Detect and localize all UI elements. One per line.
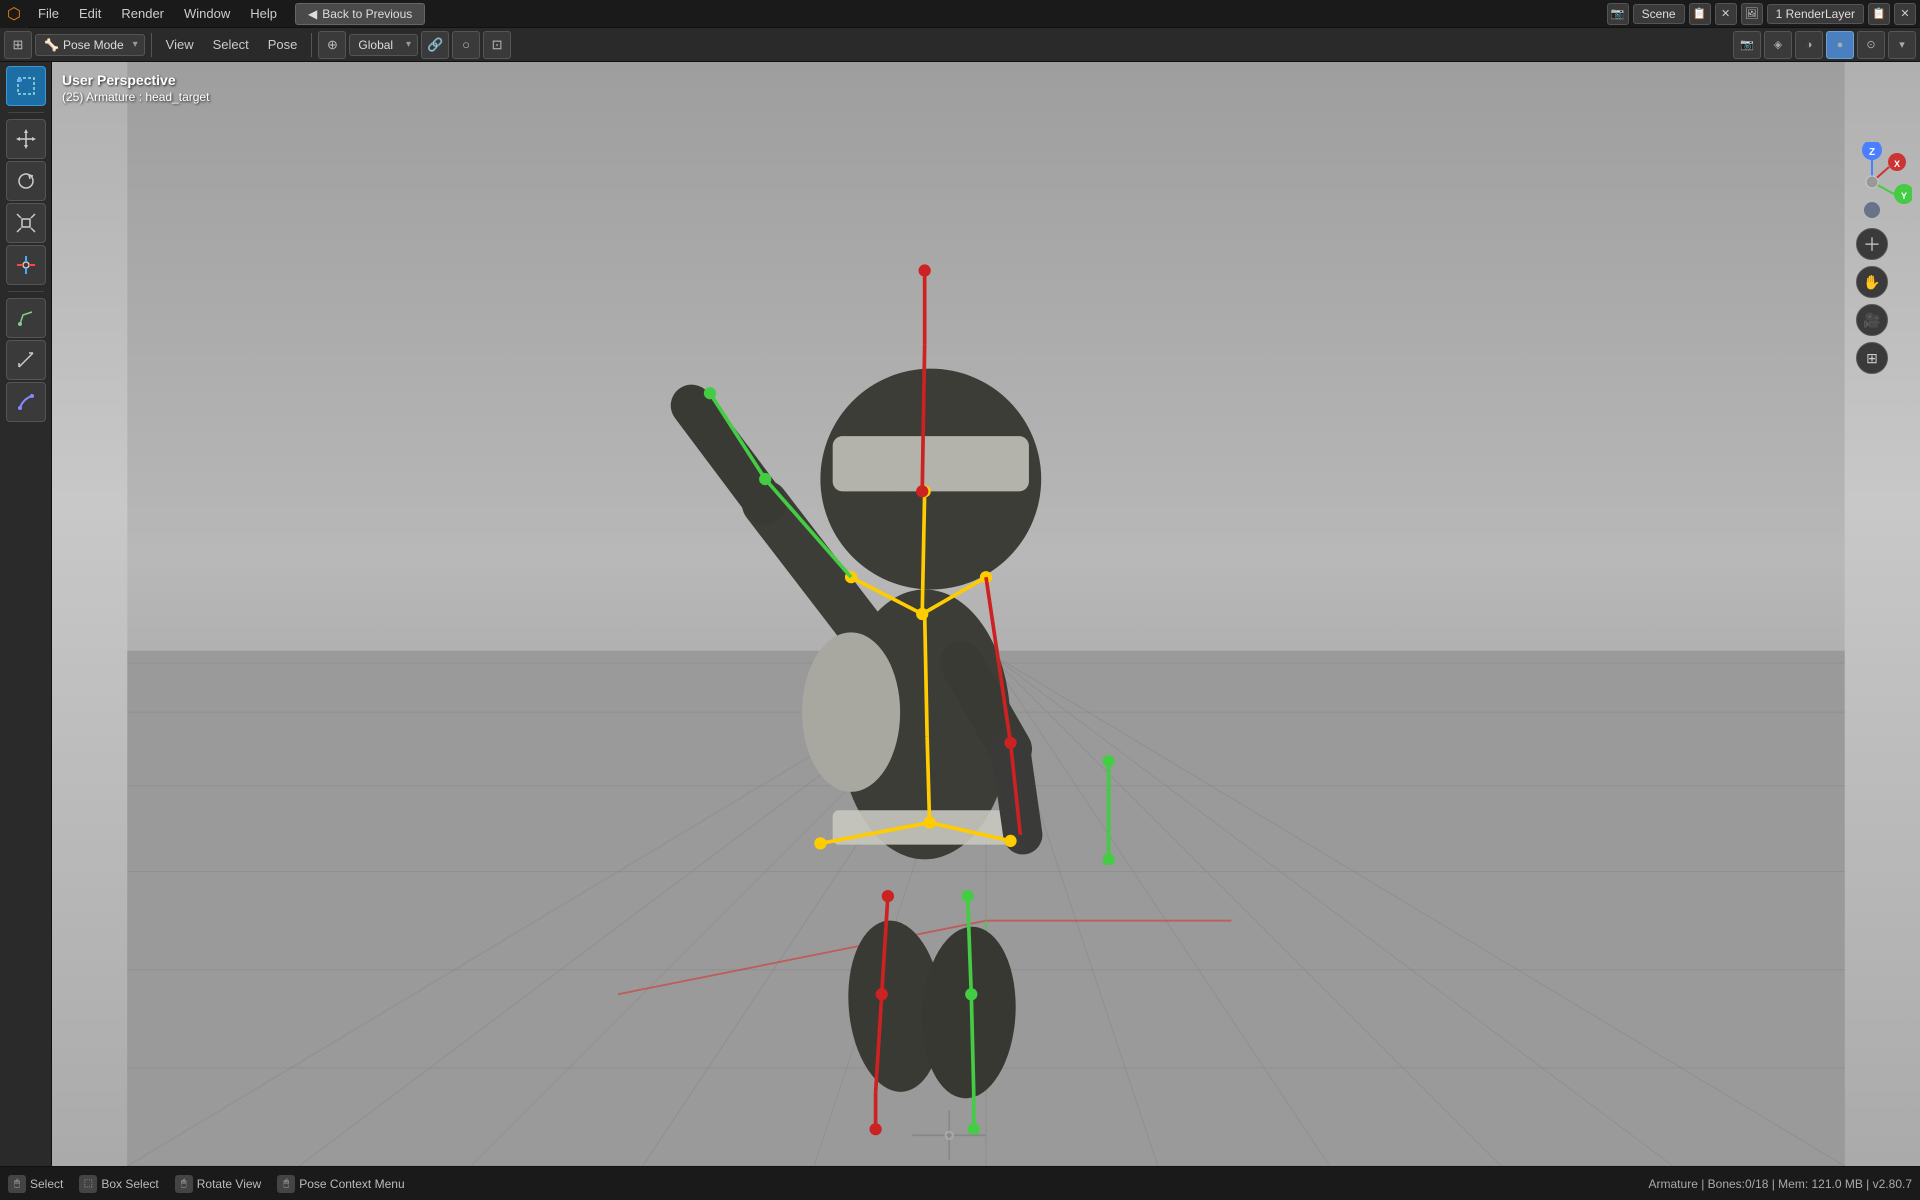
toolbar-divider-2 bbox=[8, 291, 44, 292]
rotate-view-icon: 🖱 bbox=[175, 1175, 193, 1193]
select-status-icon: 🖱 bbox=[8, 1175, 26, 1193]
svg-text:Z: Z bbox=[1869, 147, 1875, 158]
close-scene-icon[interactable]: ✕ bbox=[1715, 3, 1737, 25]
box-select-status: ⬚ Box Select bbox=[79, 1175, 158, 1193]
select-box-icon bbox=[15, 75, 37, 97]
rotate-view-label: Rotate View bbox=[197, 1177, 261, 1191]
viewport-shading-2[interactable]: ◑ bbox=[1795, 31, 1823, 59]
scene-name: Scene bbox=[1642, 7, 1676, 21]
box-select-label: Box Select bbox=[101, 1177, 158, 1191]
annotate-icon bbox=[15, 307, 37, 329]
global-selector[interactable]: Global bbox=[349, 34, 418, 56]
toolbar-separator-1 bbox=[151, 33, 152, 57]
rotate-tool[interactable] bbox=[6, 161, 46, 201]
svg-text:Y: Y bbox=[1901, 191, 1907, 201]
top-menu-bar: ⬡ File Edit Render Window Help ◀ Back to… bbox=[0, 0, 1920, 28]
move-icon bbox=[15, 128, 37, 150]
armature-label: (25) Armature : head_target bbox=[62, 90, 209, 104]
scale-icon bbox=[15, 212, 37, 234]
transform-pivot-icon[interactable]: ⊕ bbox=[318, 31, 346, 59]
snap-icon[interactable]: 🔗 bbox=[421, 31, 449, 59]
menu-window[interactable]: Window bbox=[174, 2, 240, 25]
pose-menu[interactable]: Pose bbox=[260, 33, 306, 56]
info-text: Armature | Bones:0/18 | Mem: 121.0 MB | … bbox=[1649, 1177, 1912, 1191]
new-scene-icon[interactable]: 📋 bbox=[1689, 3, 1711, 25]
annotate-tool[interactable] bbox=[6, 298, 46, 338]
pose-context-icon: 🖱 bbox=[277, 1175, 295, 1193]
back-to-previous-button[interactable]: ◀ Back to Previous bbox=[295, 3, 425, 25]
pose-mode-dropdown[interactable]: 🦴 Pose Mode bbox=[35, 34, 145, 56]
toolbar-divider-1 bbox=[8, 112, 44, 113]
proportional-edit-icon[interactable]: ○ bbox=[452, 31, 480, 59]
grease-pencil-tool[interactable] bbox=[6, 382, 46, 422]
new-render-layer-icon[interactable]: 📋 bbox=[1868, 3, 1890, 25]
select-box-tool[interactable] bbox=[6, 66, 46, 106]
viewport-shading-3[interactable]: ● bbox=[1826, 31, 1854, 59]
status-bar: 🖱 Select ⬚ Box Select 🖱 Rotate View 🖱 Po… bbox=[0, 1166, 1920, 1200]
3d-viewport[interactable]: User Perspective (25) Armature : head_ta… bbox=[52, 62, 1920, 1166]
close-render-layer-icon[interactable]: ✕ bbox=[1894, 3, 1916, 25]
viewport-labels: User Perspective (25) Armature : head_ta… bbox=[62, 72, 209, 104]
viewport-shading-1[interactable]: ◈ bbox=[1764, 31, 1792, 59]
pose-context-status: 🖱 Pose Context Menu bbox=[277, 1175, 404, 1193]
viewport-shading-4[interactable]: ⊙ bbox=[1857, 31, 1885, 59]
measure-tool[interactable] bbox=[6, 340, 46, 380]
zoom-in-button[interactable]: ＋ bbox=[1856, 228, 1888, 260]
select-label: Select bbox=[30, 1177, 63, 1191]
menu-render[interactable]: Render bbox=[111, 2, 174, 25]
perspective-label: User Perspective bbox=[62, 72, 209, 88]
select-status: 🖱 Select bbox=[8, 1175, 63, 1193]
scene-type-icon[interactable]: 📷 bbox=[1607, 3, 1629, 25]
box-select-icon: ⬚ bbox=[79, 1175, 97, 1193]
right-controls: Z Y X ＋ ✋ 🎥 ⊞ bbox=[1832, 142, 1912, 374]
toolbar-separator-2 bbox=[311, 33, 312, 57]
left-toolbar bbox=[0, 62, 52, 1166]
transform-icon bbox=[15, 254, 37, 276]
scale-tool[interactable] bbox=[6, 203, 46, 243]
scene-area: 📷 Scene 📋 ✕ 🖼 1 RenderLayer 📋 ✕ bbox=[1607, 3, 1920, 25]
select-menu[interactable]: Select bbox=[205, 33, 257, 56]
pose-mode-icon: 🦴 bbox=[44, 38, 59, 52]
menu-help[interactable]: Help bbox=[240, 2, 287, 25]
menu-file[interactable]: File bbox=[28, 2, 69, 25]
scene-svg bbox=[52, 62, 1920, 1166]
scene-selector[interactable]: Scene bbox=[1633, 4, 1685, 24]
pose-mode-label: Pose Mode bbox=[63, 38, 124, 52]
viewport-overlay-icon[interactable]: ⊡ bbox=[483, 31, 511, 59]
move-tool[interactable] bbox=[6, 119, 46, 159]
blender-logo: ⬡ bbox=[0, 0, 28, 28]
camera-button[interactable]: 🎥 bbox=[1856, 304, 1888, 336]
measure-icon bbox=[15, 349, 37, 371]
render-layer-name: 1 RenderLayer bbox=[1776, 7, 1855, 21]
view-menu[interactable]: View bbox=[158, 33, 202, 56]
render-layer-selector[interactable]: 1 RenderLayer bbox=[1767, 4, 1864, 24]
svg-text:X: X bbox=[1894, 159, 1900, 169]
camera-icon[interactable]: 📷 bbox=[1733, 31, 1761, 59]
global-label: Global bbox=[358, 38, 393, 52]
pose-context-label: Pose Context Menu bbox=[299, 1177, 404, 1191]
editor-type-icon[interactable]: ⊞ bbox=[4, 31, 32, 59]
gizmo-svg: Z Y X bbox=[1832, 142, 1912, 222]
grease-pencil-icon bbox=[15, 391, 37, 413]
pan-button[interactable]: ✋ bbox=[1856, 266, 1888, 298]
back-btn-label: Back to Previous bbox=[322, 7, 412, 21]
render-type-icon[interactable]: 🖼 bbox=[1741, 3, 1763, 25]
menu-edit[interactable]: Edit bbox=[69, 2, 111, 25]
rotate-view-status: 🖱 Rotate View bbox=[175, 1175, 261, 1193]
back-arrow-icon: ◀ bbox=[308, 7, 317, 21]
header-toolbar: ⊞ 🦴 Pose Mode View Select Pose ⊕ Global … bbox=[0, 28, 1920, 62]
ortho-button[interactable]: ⊞ bbox=[1856, 342, 1888, 374]
rotate-icon bbox=[15, 170, 37, 192]
header-right: 📷 ◈ ◑ ● ⊙ ▾ bbox=[1733, 31, 1916, 59]
viewport-shading-dropdown[interactable]: ▾ bbox=[1888, 31, 1916, 59]
transform-tool[interactable] bbox=[6, 245, 46, 285]
viewport-gizmo[interactable]: Z Y X bbox=[1832, 142, 1912, 222]
